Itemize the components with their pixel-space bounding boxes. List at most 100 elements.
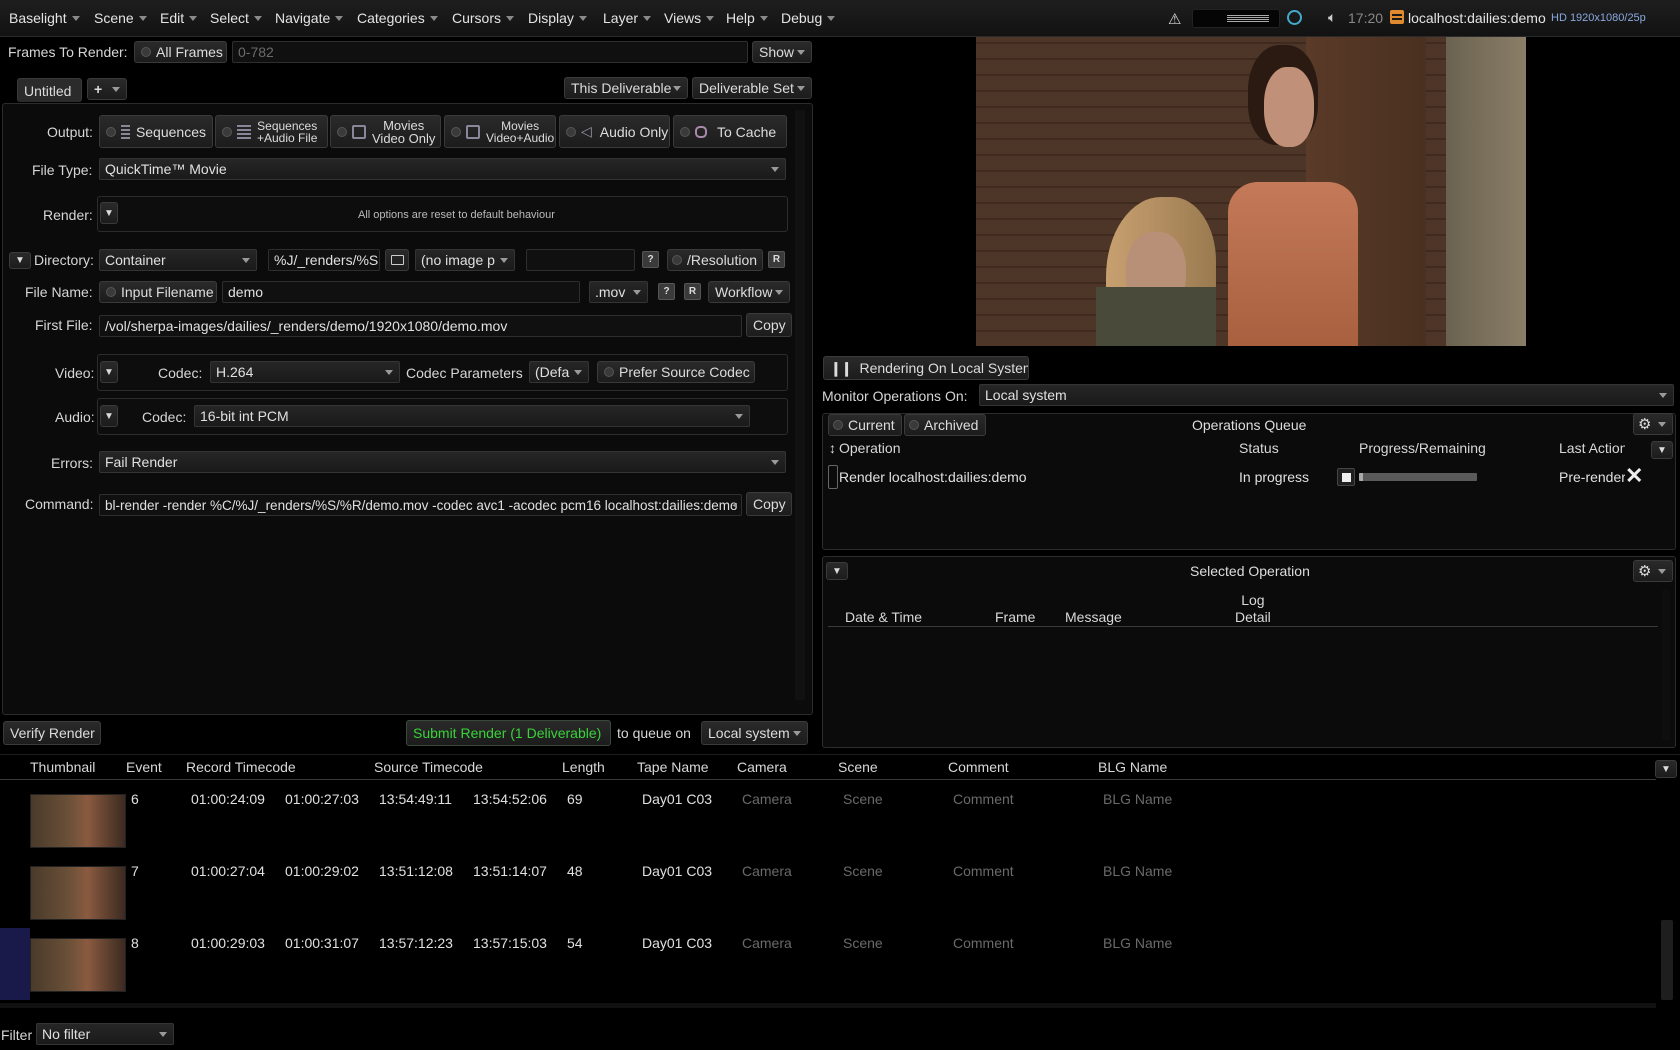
filename-reset-icon[interactable]: R [684,283,701,300]
col-log-detail[interactable]: Log Detail [1235,592,1271,626]
directory-expand[interactable]: ▼ [9,252,31,269]
current-toggle[interactable]: Current [828,414,902,436]
file-name-input[interactable]: demo [222,281,580,303]
speaker-icon[interactable]: 🔈︎ [1328,9,1336,26]
viewer-image[interactable] [976,37,1526,346]
menu-baselight[interactable]: Baselight [9,10,80,26]
file-type-dropdown[interactable]: QuickTime™ Movie [99,158,786,180]
this-deliverable-dropdown[interactable]: This Deliverable [564,77,688,99]
verify-render-button[interactable]: Verify Render [3,721,101,745]
audio-options-expand[interactable]: ▼ [100,405,118,427]
directory-reset-icon[interactable]: R [768,251,785,268]
col-comment[interactable]: Comment [948,759,1009,775]
timeline-columns-menu[interactable]: ▼ [1655,760,1677,778]
menu-display[interactable]: Display [528,10,587,26]
col-message[interactable]: Message [1065,609,1122,625]
menu-cursors[interactable]: Cursors [452,10,515,26]
comment-field[interactable]: Comment [953,791,1014,807]
log-scrollbar[interactable] [1662,590,1670,740]
scene-field[interactable]: Scene [843,863,883,879]
comment-field[interactable]: Comment [953,863,1014,879]
show-button[interactable]: Show [752,41,812,63]
input-filename-toggle[interactable]: Input Filename [99,281,217,303]
col-thumbnail[interactable]: Thumbnail [30,759,95,775]
col-source-timecode[interactable]: Source Timecode [374,759,483,775]
camera-field[interactable]: Camera [742,791,792,807]
queue-settings-button[interactable]: ⚙ [1633,413,1673,435]
menu-help[interactable]: Help [726,10,768,26]
directory-help-icon[interactable]: ? [642,251,659,268]
blg-name-field[interactable]: BLG Name [1103,863,1172,879]
resolution-toggle[interactable]: /Resolution [667,249,763,271]
col-status[interactable]: Status [1239,440,1279,456]
comment-field[interactable]: Comment [953,935,1014,951]
filename-help-icon[interactable]: ? [658,283,675,300]
video-options-expand[interactable]: ▼ [100,361,118,383]
menu-select[interactable]: Select [210,10,262,26]
col-progress[interactable]: Progress/Remaining [1359,440,1486,456]
file-extension-dropdown[interactable]: .mov [589,281,648,303]
rendering-status-button[interactable]: ❙❙ Rendering On Local System [823,356,1029,380]
camera-field[interactable]: Camera [742,935,792,951]
prefer-source-codec-toggle[interactable]: Prefer Source Codec [597,361,755,383]
command-field[interactable]: bl-render -render %C/%J/_renders/%S/%R/d… [99,494,742,516]
col-camera[interactable]: Camera [737,759,787,775]
col-frame[interactable]: Frame [995,609,1035,625]
blg-name-field[interactable]: BLG Name [1103,791,1172,807]
col-last-action[interactable]: Last Action [1559,440,1625,456]
copy-first-file-button[interactable]: Copy [746,313,792,337]
stop-button[interactable] [1337,468,1355,486]
scene-field[interactable]: Scene [843,791,883,807]
monitor-dropdown[interactable]: Local system [979,384,1674,406]
directory-container-dropdown[interactable]: Container [99,249,257,271]
col-date-time[interactable]: Date & Time [845,609,922,625]
image-path-dropdown[interactable]: (no image p [415,249,515,271]
first-file-path[interactable]: /vol/sherpa-images/dailies/_renders/demo… [99,315,742,337]
panel-scrollbar[interactable] [795,110,805,700]
add-deliverable-button[interactable]: + [87,78,127,100]
output-movies-video[interactable]: Movies Video Only [330,115,441,148]
col-blg-name[interactable]: BLG Name [1098,759,1167,775]
output-to-cache[interactable]: To Cache [673,115,787,148]
output-movies-video-audio[interactable]: Movies Video+Audio [444,115,556,148]
selected-op-expand[interactable]: ▼ [826,562,848,580]
workflow-dropdown[interactable]: Workflow [708,281,790,303]
camera-field[interactable]: Camera [742,863,792,879]
output-audio-only[interactable]: ◁ Audio Only [559,115,670,148]
host-name[interactable]: localhost:dailies:demo [1408,10,1546,26]
render-options-expand[interactable]: ▼ [100,202,118,224]
folder-browse-button[interactable] [385,249,409,271]
table-row[interactable]: 6 01:00:24:09 01:00:27:03 13:54:49:11 13… [0,784,1656,850]
submit-render-button[interactable]: Submit Render (1 Deliverable) [406,720,611,746]
row-select-checkbox[interactable] [828,465,838,489]
all-frames-toggle[interactable]: All Frames [134,41,227,63]
audio-codec-dropdown[interactable]: 16-bit int PCM [194,405,750,427]
col-event[interactable]: Event [126,759,162,775]
col-scene[interactable]: Scene [838,759,878,775]
menu-edit[interactable]: Edit [160,10,198,26]
search-icon[interactable] [1287,10,1302,25]
col-record-timecode[interactable]: Record Timecode [186,759,296,775]
blg-name-field[interactable]: BLG Name [1103,935,1172,951]
table-row[interactable]: 8 01:00:29:03 01:00:31:07 13:57:12:23 13… [0,928,1656,1000]
copy-command-button[interactable]: Copy [746,492,792,516]
sort-icon[interactable]: ↕ [829,440,836,456]
menu-scene[interactable]: Scene [94,10,147,26]
col-operation[interactable]: Operation [839,440,900,456]
timeline-scrollbar[interactable] [1661,920,1673,1000]
menu-views[interactable]: Views [664,10,715,26]
video-codec-dropdown[interactable]: H.264 [210,361,400,383]
filter-dropdown[interactable]: No filter [36,1023,174,1045]
close-icon[interactable]: ✕ [1625,465,1643,487]
col-length[interactable]: Length [562,759,605,775]
horizontal-scrollbar[interactable] [0,1003,1656,1008]
queue-columns-menu[interactable]: ▼ [1651,441,1673,459]
tab-untitled[interactable]: Untitled [17,78,82,102]
output-sequences[interactable]: Sequences [99,115,213,148]
queue-row[interactable]: Render localhost:dailies:demo In progres… [828,465,1673,491]
menu-categories[interactable]: Categories [357,10,438,26]
menu-debug[interactable]: Debug [781,10,836,26]
warning-icon[interactable]: ⚠ [1168,10,1181,28]
col-tape-name[interactable]: Tape Name [637,759,709,775]
selected-op-settings-button[interactable]: ⚙ [1633,560,1673,582]
